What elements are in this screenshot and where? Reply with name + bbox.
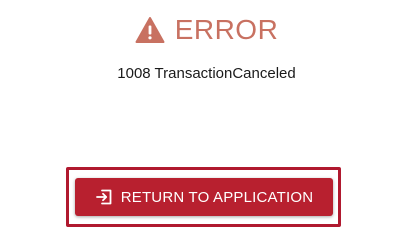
- error-title: ERROR: [174, 14, 279, 45]
- return-button-label: RETURN TO APPLICATION: [120, 188, 314, 206]
- error-heading: ERROR: [0, 12, 413, 48]
- warning-triangle-icon: [135, 17, 165, 43]
- error-message: 1008 TransactionCanceled: [117, 65, 296, 82]
- return-to-application-button[interactable]: RETURN TO APPLICATION: [75, 178, 333, 216]
- sign-in-arrow-icon: [95, 189, 112, 205]
